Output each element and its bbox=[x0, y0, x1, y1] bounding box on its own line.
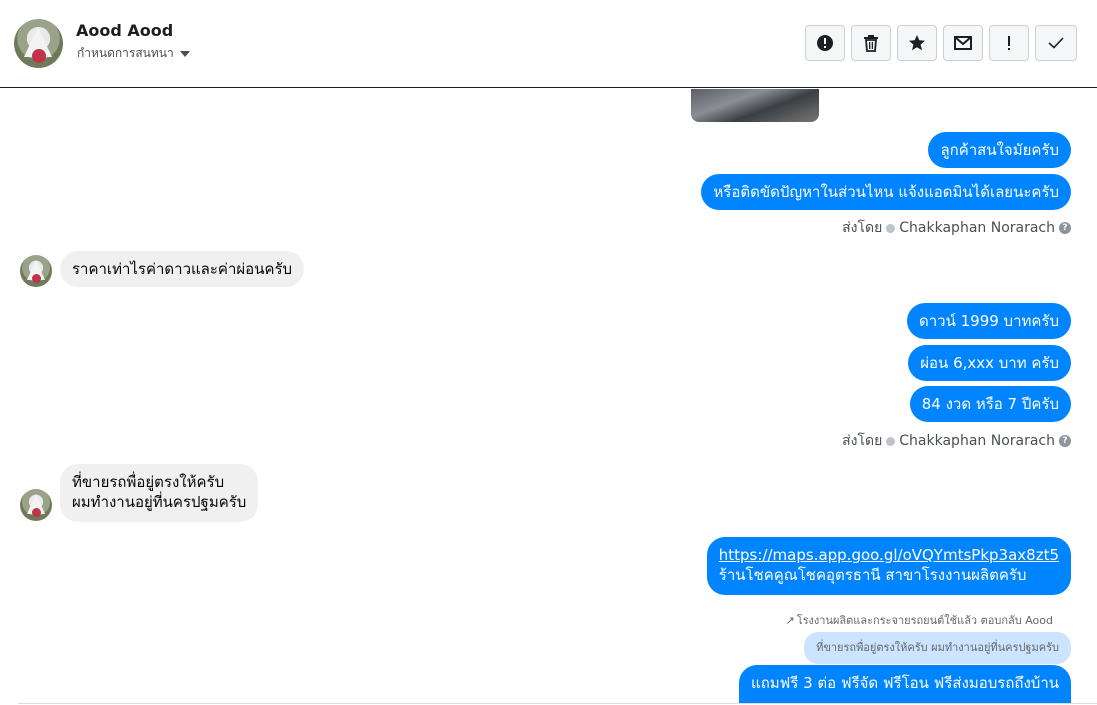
message-in[interactable]: ที่ขายรถพื่อยู่ตรงให้ครับ ผมทำงานอยู่ที่… bbox=[60, 464, 259, 522]
contact-avatar-small[interactable] bbox=[20, 489, 52, 521]
mark-important-button[interactable] bbox=[989, 25, 1029, 61]
sent-by-info: ส่งโดย Chakkaphan Norarach ? bbox=[842, 217, 1071, 239]
mark-done-button[interactable] bbox=[1035, 25, 1077, 61]
image-attachment[interactable] bbox=[691, 89, 819, 122]
sent-by-label: ส่งโดย bbox=[842, 220, 883, 236]
caret-down-icon bbox=[179, 50, 190, 57]
sent-by-info: ส่งโดย Chakkaphan Norarach ? bbox=[842, 430, 1071, 452]
conversation-header: Aood Aood กำหนดการสนทนา bbox=[0, 0, 1097, 88]
delete-button[interactable] bbox=[851, 25, 891, 61]
message-line: ที่ขายรถพื่อยู่ตรงให้ครับ bbox=[72, 473, 225, 491]
message-out[interactable]: ลูกค้าสนใจมัยครับ bbox=[928, 132, 1071, 168]
quoted-message[interactable]: ที่ขายรถพื่อยู่ตรงให้ครับ ผมทำงานอยู่ที่… bbox=[804, 632, 1071, 664]
assign-conversation-label: กำหนดการสนทนา bbox=[77, 46, 174, 60]
message-out[interactable]: แถมฟรี 3 ต่อ ฟรีจัด ฟรีโอน ฟรีส่งมอบรถถึ… bbox=[739, 665, 1071, 703]
message-line: ผมทำงานอยู่ที่นครปฐมครับ bbox=[72, 493, 247, 511]
map-link[interactable]: https://maps.app.goo.gl/oVQYmtsPkp3ax8zt… bbox=[719, 545, 1059, 565]
composer-divider bbox=[18, 703, 1097, 704]
page-badge-icon bbox=[886, 436, 896, 446]
sender-name[interactable]: Chakkaphan Norarach bbox=[899, 220, 1055, 236]
reply-note-text: โรงงานผลิตและกระจายรถยนต์ใช้แล้ว ตอบกลับ… bbox=[796, 614, 1053, 627]
message-in[interactable]: ราคาเท่าไรค่าดาวและค่าผ่อนครับ bbox=[60, 251, 305, 287]
envelope-icon bbox=[954, 36, 972, 50]
assign-conversation-dropdown[interactable]: กำหนดการสนทนา bbox=[77, 44, 190, 63]
help-icon[interactable]: ? bbox=[1059, 222, 1071, 234]
sent-by-label: ส่งโดย bbox=[842, 433, 883, 449]
message-out[interactable]: https://maps.app.goo.gl/oVQYmtsPkp3ax8zt… bbox=[706, 537, 1071, 595]
message-out[interactable]: ดาวน์ 1999 บาทครับ bbox=[907, 303, 1071, 339]
contact-avatar[interactable] bbox=[14, 19, 63, 68]
star-icon bbox=[909, 35, 925, 51]
message-out[interactable]: หรือติดขัดปัญหาในส่วนไหน แจ้งแอดมินได้เล… bbox=[701, 174, 1071, 210]
star-button[interactable] bbox=[897, 25, 937, 61]
exclamation-circle-icon bbox=[817, 35, 833, 51]
message-out[interactable]: ผ่อน 6,xxx บาท ครับ bbox=[908, 345, 1071, 381]
checkmark-icon bbox=[1048, 37, 1064, 49]
header-toolbar bbox=[805, 25, 1077, 61]
page-badge-icon bbox=[886, 223, 896, 233]
contact-avatar-small[interactable] bbox=[20, 255, 52, 287]
reply-note: ↗ โรงงานผลิตและกระจายรถยนต์ใช้แล้ว ตอบกล… bbox=[786, 611, 1054, 629]
exclamation-icon bbox=[1008, 36, 1010, 50]
contact-name[interactable]: Aood Aood bbox=[76, 21, 173, 40]
message-line: ร้านโชคคูณโชคอุตรธานี สาขาโรงงานผลิตครับ bbox=[718, 566, 1027, 584]
message-out[interactable]: 84 งวด หรือ 7 ปีครับ bbox=[909, 386, 1071, 422]
trash-icon bbox=[864, 35, 878, 52]
mark-spam-button[interactable] bbox=[805, 25, 845, 61]
sender-name[interactable]: Chakkaphan Norarach bbox=[899, 433, 1055, 449]
reply-arrow-icon: ↗ bbox=[785, 613, 795, 627]
mark-unread-button[interactable] bbox=[943, 25, 983, 61]
help-icon[interactable]: ? bbox=[1059, 435, 1071, 447]
